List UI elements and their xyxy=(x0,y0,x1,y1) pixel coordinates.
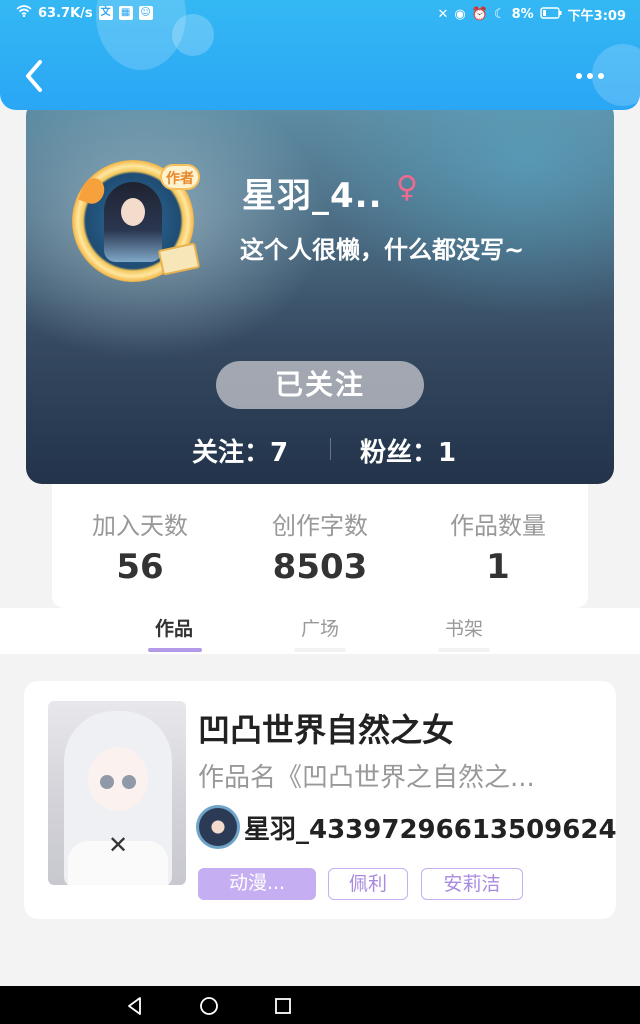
tab-square[interactable]: 广场 xyxy=(280,614,360,641)
stat-work-count: 作品数量 1 xyxy=(408,506,588,587)
female-gender-icon: ♀ xyxy=(396,170,418,205)
cover-eye xyxy=(100,775,114,789)
author-name-text: 星羽_43397296613509624 xyxy=(244,815,616,845)
avatar-face xyxy=(121,198,145,226)
work-author-row: 星羽_433972966135096243. xyxy=(196,805,616,849)
mute-icon: ✕ xyxy=(437,7,449,22)
follow-stats: 关注：7 粉丝：1 xyxy=(26,430,614,470)
stats-panel: 加入天数 56 创作字数 8503 作品数量 1 xyxy=(52,480,588,608)
divider xyxy=(330,438,331,460)
work-tag[interactable]: 安莉洁 xyxy=(421,868,523,900)
tab-indicator-active xyxy=(148,648,202,652)
stat-value: 1 xyxy=(486,547,510,587)
nav-home-icon[interactable] xyxy=(198,995,220,1017)
wifi-icon xyxy=(16,5,32,21)
work-subtitle: 作品名《凹凸世界之自然之... xyxy=(198,763,535,793)
more-button[interactable] xyxy=(576,70,612,82)
username: 星羽_4.. xyxy=(242,176,383,216)
author-badge: 作者 xyxy=(160,164,200,190)
clock: 下午3:09 xyxy=(567,9,626,24)
stat-word-count: 创作字数 8503 xyxy=(230,506,410,587)
tab-indicator xyxy=(294,648,346,652)
work-tag[interactable]: 佩利 xyxy=(328,868,408,900)
nav-back-icon[interactable] xyxy=(124,995,146,1017)
eye-icon: ◉ xyxy=(454,7,466,22)
cover-face xyxy=(88,747,148,811)
battery-percent: 8% xyxy=(511,7,534,22)
work-tag[interactable]: 动漫... xyxy=(198,868,316,900)
work-card[interactable]: ✕ 凹凸世界自然之女 作品名《凹凸世界之自然之... 星羽_4339729661… xyxy=(24,681,616,919)
work-title: 凹凸世界自然之女 xyxy=(198,711,455,749)
stat-label: 创作字数 xyxy=(272,512,368,540)
author-name: 星羽_433972966135096243. xyxy=(244,809,616,846)
stat-join-days: 加入天数 56 xyxy=(50,506,230,587)
stat-value: 8503 xyxy=(272,547,368,587)
back-button[interactable] xyxy=(20,58,50,94)
tab-indicator xyxy=(438,648,490,652)
profile-card: 作者 星羽_4.. ♀ 这个人很懒，什么都没写~ 已关注 关注：7 粉丝：1 xyxy=(26,100,614,484)
stat-value: 56 xyxy=(116,547,164,587)
top-header: 63.7K/s 文 ▦ ☺ ✕ ◉ ⏰ ☾ 8% 下午3:09 xyxy=(0,0,640,110)
nav-recents-icon[interactable] xyxy=(272,995,294,1017)
cover-eye xyxy=(122,775,136,789)
following-count[interactable]: 关注：7 xyxy=(192,432,288,469)
app-notification-icon: ▦ xyxy=(118,6,133,20)
follow-button[interactable]: 已关注 xyxy=(216,361,424,409)
chevron-left-icon xyxy=(26,60,42,92)
author-avatar xyxy=(196,805,240,849)
stat-label: 作品数量 xyxy=(450,512,546,540)
avatar[interactable]: 作者 xyxy=(64,152,204,292)
network-speed: 63.7K/s xyxy=(38,5,93,21)
status-bar: 63.7K/s 文 ▦ ☺ ✕ ◉ ⏰ ☾ 8% 下午3:09 xyxy=(0,0,640,28)
more-dots-icon xyxy=(576,73,582,79)
user-bio: 这个人很懒，什么都没写~ xyxy=(240,236,525,264)
stat-label: 加入天数 xyxy=(92,512,188,540)
work-cover-image[interactable]: ✕ xyxy=(48,701,186,885)
fans-count[interactable]: 粉丝：1 xyxy=(360,432,456,469)
more-dots-icon xyxy=(598,73,604,79)
moon-icon: ☾ xyxy=(493,7,506,22)
tab-bookshelf[interactable]: 书架 xyxy=(424,614,504,641)
alarm-icon: ⏰ xyxy=(471,7,488,22)
battery-icon xyxy=(539,6,562,23)
app-notification-icon: 文 xyxy=(98,6,113,20)
cover-bow: ✕ xyxy=(108,831,129,859)
more-dots-icon xyxy=(587,73,593,79)
system-navigation-bar xyxy=(0,986,640,1024)
tab-works[interactable]: 作品 xyxy=(134,614,214,641)
app-notification-icon: ☺ xyxy=(138,6,153,20)
tab-bar: 作品 广场 书架 xyxy=(0,608,640,654)
